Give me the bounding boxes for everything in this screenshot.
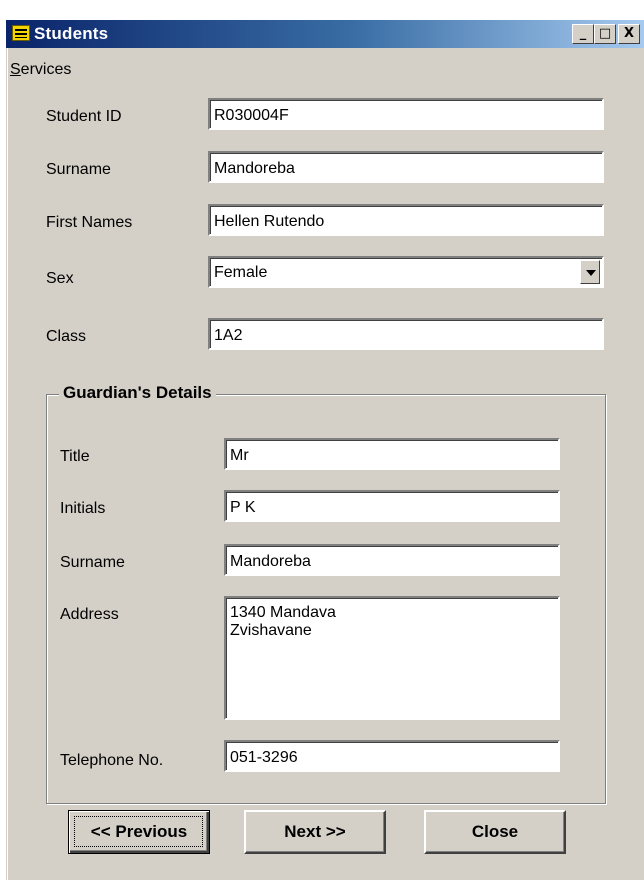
next-button[interactable]: Next >> xyxy=(244,810,386,854)
app-icon xyxy=(12,25,30,41)
next-button-label: Next >> xyxy=(284,822,346,841)
close-button[interactable]: Close xyxy=(424,810,566,854)
address-label: Address xyxy=(60,606,119,623)
initials-label: Initials xyxy=(60,500,106,517)
maximize-button[interactable]: □ xyxy=(594,24,616,44)
title-bar[interactable]: Students _ □ X xyxy=(6,20,644,48)
first-names-field[interactable] xyxy=(208,204,604,236)
guardian-title-label: Title xyxy=(60,448,90,465)
chevron-down-icon[interactable] xyxy=(580,260,600,284)
surname-field[interactable] xyxy=(208,151,604,183)
menu-services[interactable]: Services xyxy=(10,61,71,79)
sex-label: Sex xyxy=(46,270,74,287)
initials-field[interactable] xyxy=(224,490,560,522)
window-title: Students xyxy=(34,24,109,43)
class-field[interactable] xyxy=(208,318,604,350)
close-window-button[interactable]: X xyxy=(618,24,640,44)
student-id-label: Student ID xyxy=(46,108,122,125)
sex-select[interactable]: Female xyxy=(208,256,604,288)
sex-select-value: Female xyxy=(214,264,268,281)
first-names-label: First Names xyxy=(46,214,133,231)
telephone-label: Telephone No. xyxy=(60,752,164,769)
previous-button[interactable]: << Previous xyxy=(68,810,210,854)
minimize-button[interactable]: _ xyxy=(572,24,594,44)
previous-button-label: << Previous xyxy=(90,822,188,841)
guardian-surname-label: Surname xyxy=(60,554,125,571)
students-window: Students _ □ X Services Student ID Surna… xyxy=(6,20,644,880)
menu-services-mnemonic: S xyxy=(10,61,21,78)
close-button-label: Close xyxy=(471,822,519,841)
menu-services-label: ervices xyxy=(20,61,72,78)
telephone-field[interactable] xyxy=(224,740,560,772)
guardian-surname-field[interactable] xyxy=(224,544,560,576)
class-label: Class xyxy=(46,328,87,345)
address-field[interactable] xyxy=(224,596,560,720)
guardian-title-field[interactable] xyxy=(224,438,560,470)
menu-bar: Services xyxy=(6,48,644,78)
student-id-field[interactable] xyxy=(208,98,604,130)
surname-label: Surname xyxy=(46,161,111,178)
guardian-details-title: Guardian's Details xyxy=(59,383,216,403)
